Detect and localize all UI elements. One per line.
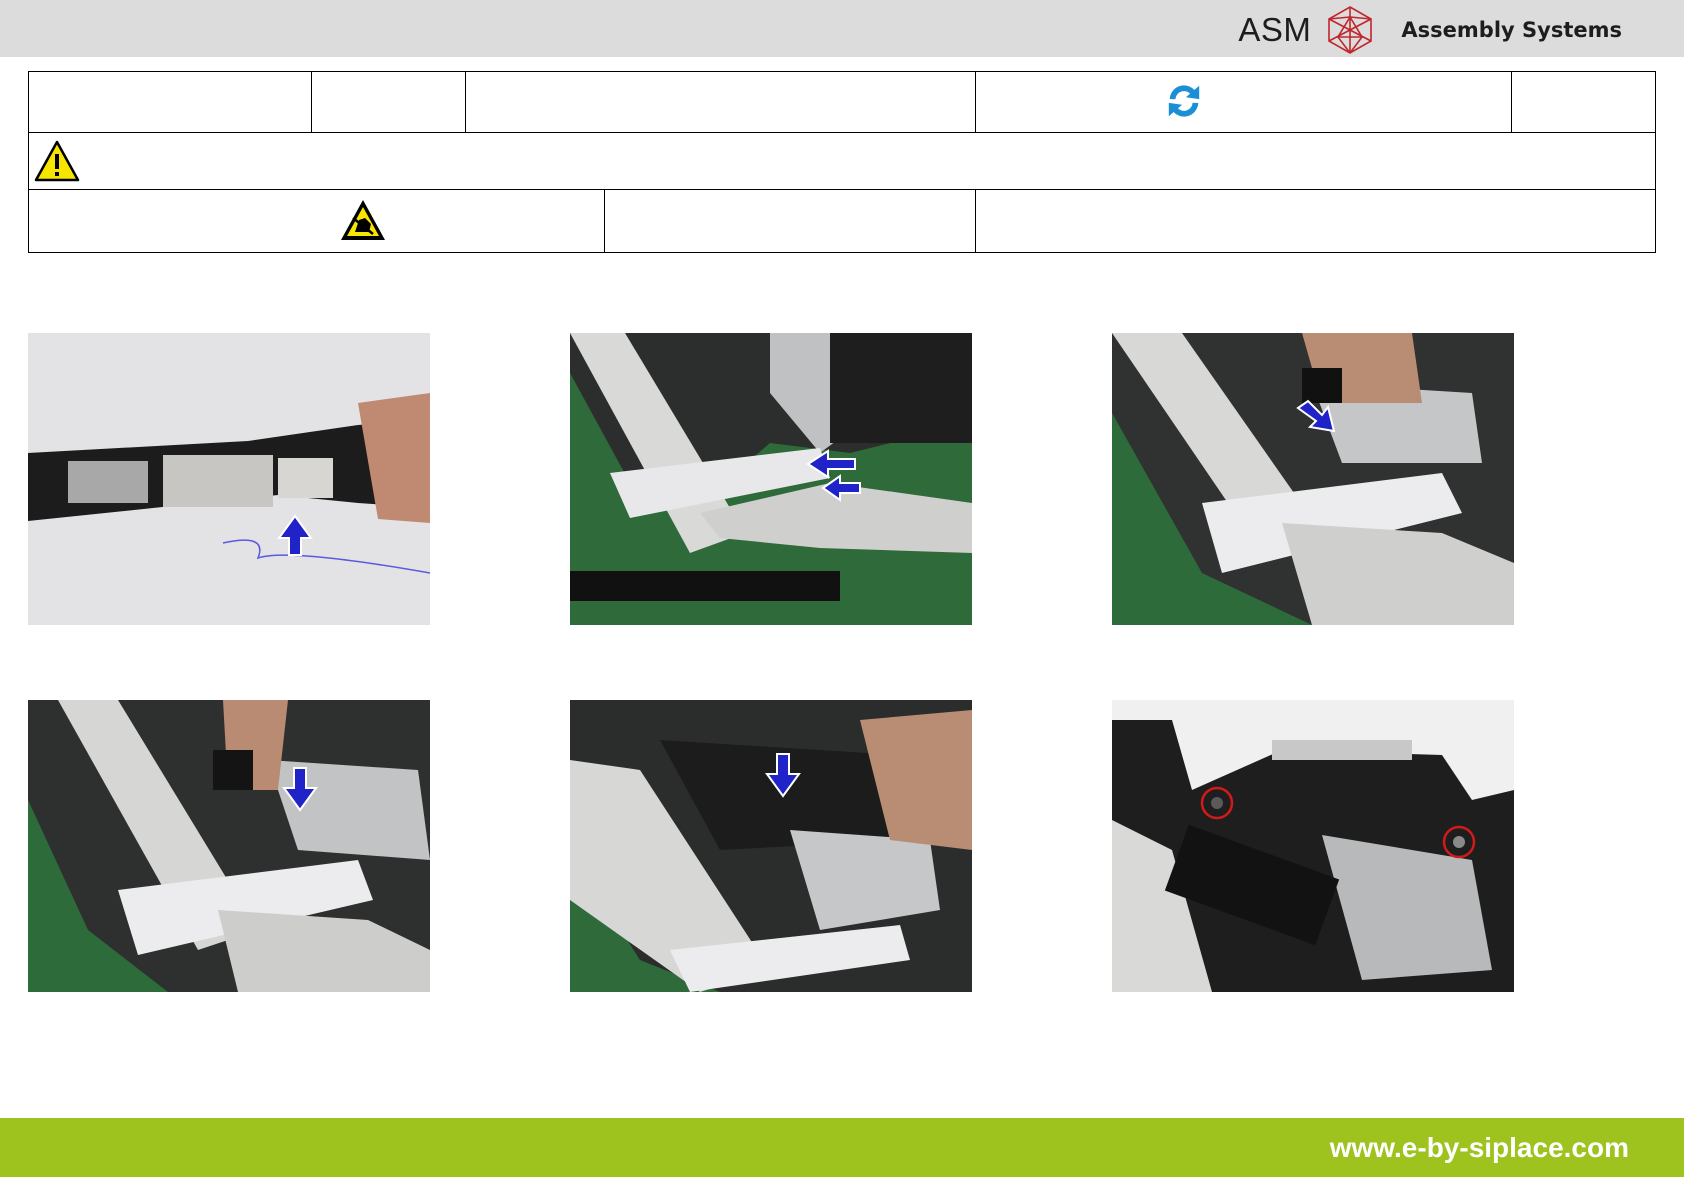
step-photo-3 bbox=[1112, 333, 1514, 625]
info-cell-refresh bbox=[975, 71, 1512, 133]
asm-polyhedron-logo-icon bbox=[1328, 6, 1373, 54]
brand-subtitle: Assembly Systems bbox=[1401, 18, 1622, 42]
info-row-3 bbox=[28, 189, 1656, 253]
esd-cell bbox=[28, 189, 605, 253]
brand-logo: ASM Assembly Systems bbox=[1238, 6, 1622, 54]
info-cell bbox=[465, 71, 976, 133]
brand-name: ASM bbox=[1238, 11, 1312, 48]
info-row-2 bbox=[28, 132, 1656, 190]
info-cell bbox=[28, 71, 312, 133]
warning-cell bbox=[28, 132, 1656, 190]
refresh-icon bbox=[1168, 85, 1200, 117]
warning-triangle-icon bbox=[34, 140, 80, 182]
info-cell bbox=[975, 189, 1656, 253]
step-photo-5 bbox=[570, 700, 972, 992]
step-photo-1 bbox=[28, 333, 430, 625]
info-cell bbox=[311, 71, 466, 133]
info-table bbox=[28, 71, 1656, 253]
header-bar: ASM Assembly Systems bbox=[0, 0, 1684, 57]
info-cell bbox=[604, 189, 976, 253]
step-photo-2 bbox=[570, 333, 972, 625]
info-row-1 bbox=[28, 71, 1656, 133]
info-cell bbox=[1511, 71, 1656, 133]
esd-warning-icon bbox=[341, 200, 385, 240]
step-photo-4 bbox=[28, 700, 430, 992]
step-photo-6 bbox=[1112, 700, 1514, 992]
footer-url-link[interactable]: www.e-by-siplace.com bbox=[1330, 1132, 1629, 1164]
footer-bar: www.e-by-siplace.com bbox=[0, 1118, 1684, 1177]
